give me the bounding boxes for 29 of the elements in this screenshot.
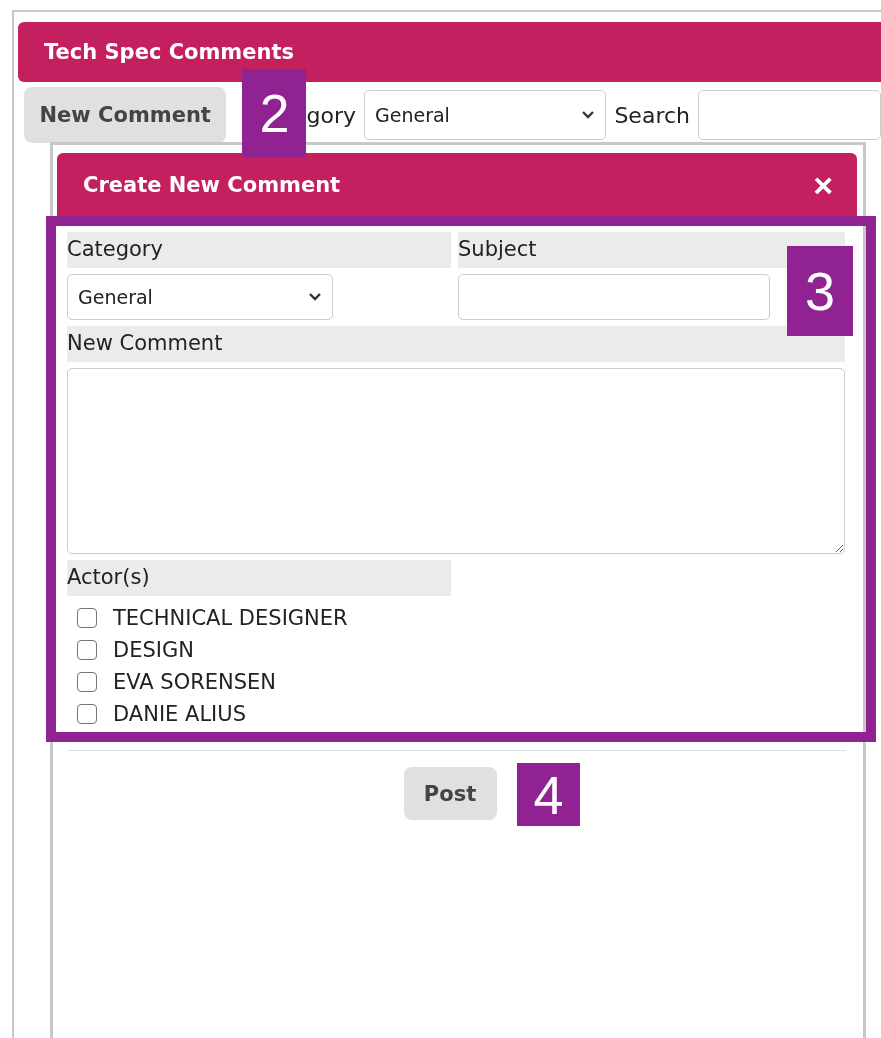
chevron-icon	[308, 292, 322, 302]
checkbox[interactable]	[77, 672, 97, 692]
post-button[interactable]: Post	[403, 767, 497, 820]
search-label: Search	[614, 102, 690, 128]
callout-badge: 3	[787, 246, 853, 336]
actor-name: DESIGN	[113, 638, 194, 662]
callout-badge: 4	[517, 763, 580, 826]
category-label: gory	[306, 102, 356, 128]
dialog-title: Create New Comment	[83, 172, 341, 197]
chevron-icon	[581, 110, 596, 120]
field-label: Actor(s)	[67, 560, 451, 596]
new-comment-button[interactable]: New Comment	[24, 87, 227, 143]
checkbox[interactable]	[77, 640, 97, 660]
checkbox[interactable]	[77, 608, 97, 628]
category-select[interactable]: General	[67, 274, 333, 320]
subject-field[interactable]	[458, 274, 770, 320]
callout-badge: 2	[242, 69, 307, 157]
actor-name: TECHNICAL DESIGNER	[113, 606, 348, 630]
field-label: Subject	[458, 232, 845, 268]
actor-name: DANIE ALIUS	[113, 702, 246, 726]
checkbox[interactable]	[77, 704, 97, 724]
comment-field[interactable]	[67, 368, 845, 554]
category-select[interactable]: General	[364, 90, 607, 140]
close-button[interactable]: ×	[813, 167, 833, 202]
panel-title: Tech Spec Comments	[44, 40, 294, 64]
search-field[interactable]	[698, 90, 881, 140]
field-label: New Comment	[67, 326, 845, 362]
field-label: Category	[67, 232, 451, 268]
actor-name: EVA SORENSEN	[113, 670, 277, 694]
